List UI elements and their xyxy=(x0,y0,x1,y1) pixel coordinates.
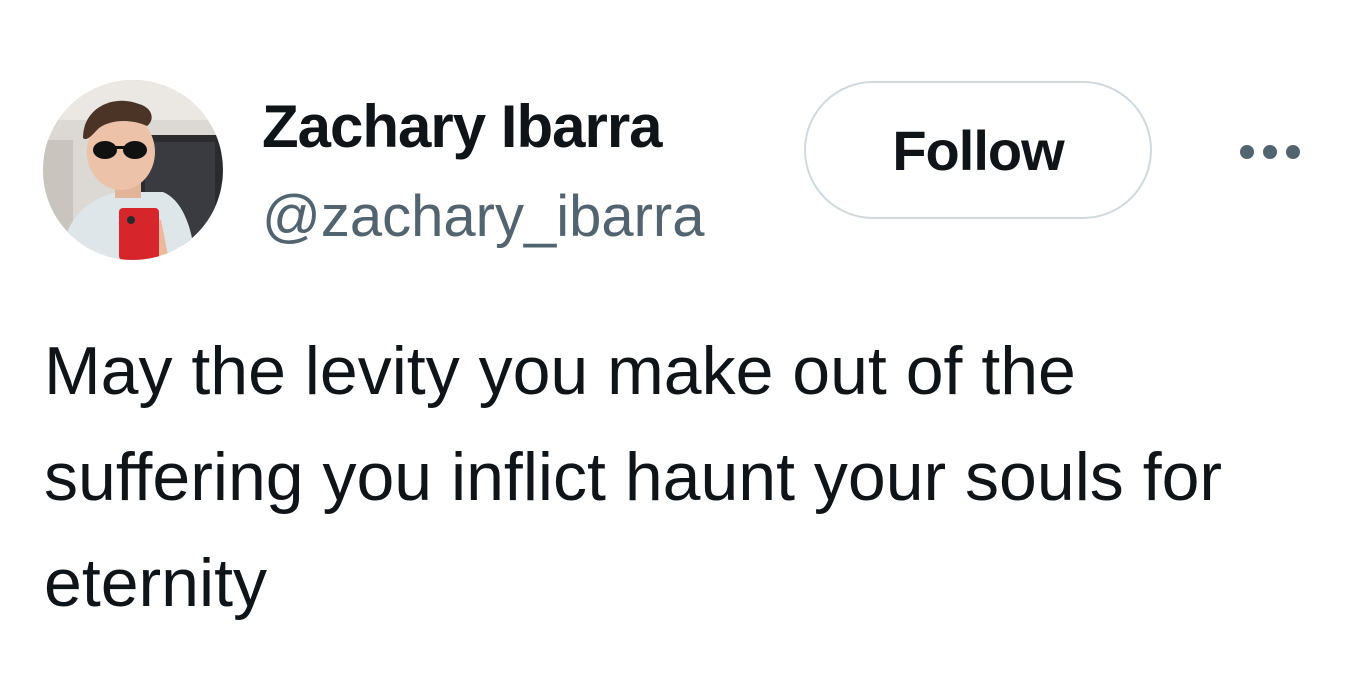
more-horizontal-icon xyxy=(1240,145,1300,159)
user-handle[interactable]: @zachary_ibarra xyxy=(262,182,705,252)
profile-photo-icon xyxy=(43,80,223,260)
tweet-text: May the levity you make out of the suffe… xyxy=(44,333,1223,621)
more-options-button[interactable] xyxy=(1232,130,1308,174)
display-name[interactable]: Zachary Ibarra xyxy=(262,92,663,162)
follow-button[interactable]: Follow xyxy=(804,81,1152,219)
tweet-card: Zachary Ibarra @zachary_ibarra Follow Ma… xyxy=(0,0,1365,677)
avatar[interactable] xyxy=(43,80,223,260)
